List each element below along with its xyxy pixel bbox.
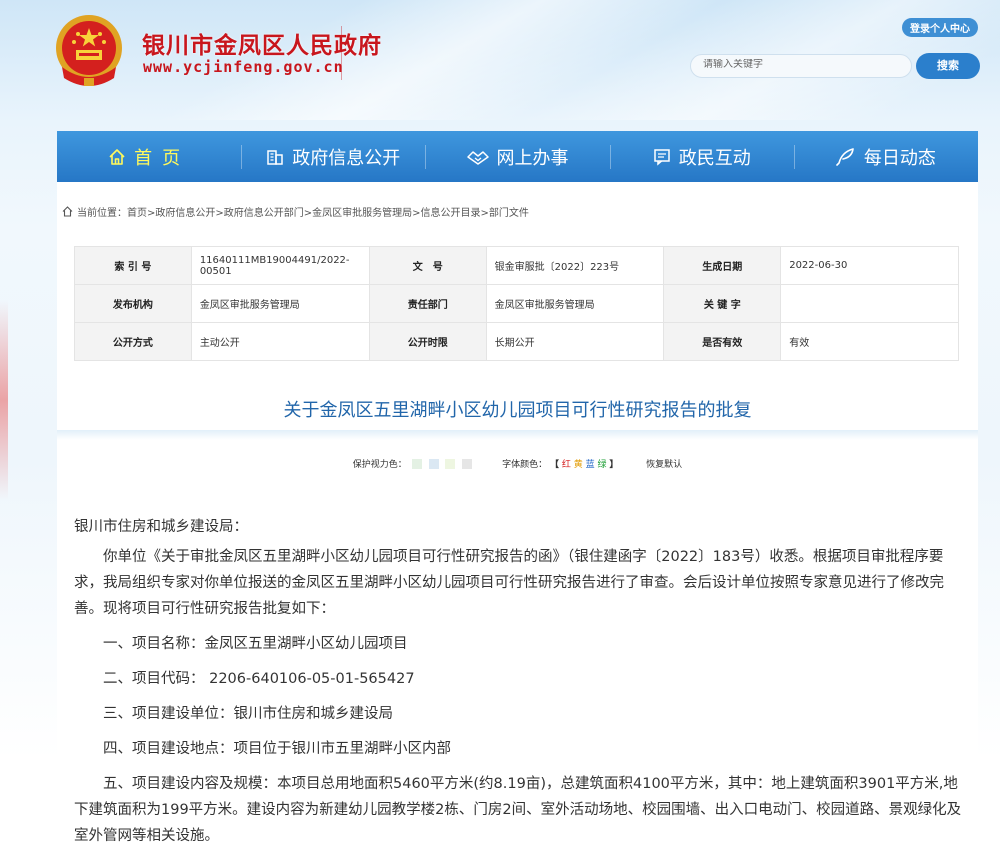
- meta-label: 是否有效: [663, 322, 782, 361]
- swatch-lime[interactable]: [445, 458, 456, 469]
- nav-item-gov-info[interactable]: 政府信息公开: [241, 131, 425, 182]
- meta-publisher: 金凤区审批服务管理局: [190, 284, 370, 323]
- nav-label: 政民互动: [678, 147, 751, 169]
- main-nav: 首页 政府信息公开 网上办事 政民互动 每日动态: [57, 131, 978, 182]
- meta-label: 关 键 字: [663, 284, 782, 323]
- meta-doc-no: 银金审服批〔2022〕223号: [485, 246, 665, 285]
- national-emblem-logo[interactable]: [52, 12, 126, 90]
- meta-index-no: 11640111MB19004491/2022-00501: [190, 246, 370, 285]
- meta-label: 索 引 号: [74, 246, 192, 285]
- body-item: 五、项目建设内容及规模：本项目总用地面积5460平方米(约8.19亩)，总建筑面…: [74, 776, 962, 844]
- eye-protection-label: 保护视力色：: [352, 460, 407, 470]
- handshake-icon: [466, 148, 489, 166]
- meta-date: 2022-06-30: [780, 246, 959, 285]
- font-color-label: 字体颜色：: [502, 460, 548, 470]
- meta-dept: 金凤区审批服务管理局: [485, 284, 665, 323]
- search-button[interactable]: 搜索: [916, 53, 980, 79]
- meta-label: 生成日期: [663, 246, 782, 285]
- building-icon: [266, 148, 284, 166]
- feather-icon: [836, 147, 856, 166]
- font-color-blue[interactable]: 蓝: [586, 460, 595, 470]
- reset-default-link[interactable]: 恢复默认: [646, 460, 682, 470]
- nav-item-interaction[interactable]: 政民互动: [609, 131, 794, 182]
- meta-label: 公开时限: [368, 322, 487, 361]
- nav-label: 每日动态: [863, 147, 936, 169]
- document-body: 银川市住房和城乡建设局： 你单位《关于审批金凤区五里湖畔小区幼儿园项目可行性研究…: [74, 514, 970, 849]
- message-icon: [653, 148, 671, 166]
- swatch-gray[interactable]: [462, 458, 473, 469]
- meta-period: 长期公开: [485, 322, 665, 361]
- meta-label: 发布机构: [74, 284, 192, 323]
- reading-tools: 保护视力色： 字体颜色： 【 红 黄 蓝 绿 】 恢复默认: [57, 457, 978, 470]
- meta-method: 主动公开: [190, 322, 370, 361]
- meta-label: 责任部门: [368, 284, 487, 323]
- table-row: 索 引 号 11640111MB19004491/2022-00501 文 号 …: [74, 246, 959, 285]
- meta-label: 公开方式: [74, 322, 192, 361]
- nav-label: 政府信息公开: [292, 147, 401, 169]
- nav-label: 首页: [134, 147, 191, 169]
- meta-keywords: [780, 284, 959, 323]
- document-title: 关于金凤区五里湖畔小区幼儿园项目可行性研究报告的批复: [283, 400, 752, 421]
- home-icon: [108, 148, 126, 166]
- document-meta-table: 索 引 号 11640111MB19004491/2022-00501 文 号 …: [74, 246, 959, 361]
- nav-label: 网上办事: [496, 147, 569, 169]
- meta-label: 文 号: [368, 246, 487, 285]
- nav-item-home[interactable]: 首页: [57, 131, 241, 182]
- swatch-green[interactable]: [411, 458, 422, 469]
- search-box[interactable]: [690, 54, 912, 78]
- header-divider: [341, 26, 342, 80]
- body-salutation: 银川市住房和城乡建设局：: [74, 519, 248, 535]
- bracket-close: 】: [609, 460, 619, 470]
- meta-valid: 有效: [780, 322, 959, 361]
- search-input[interactable]: [703, 59, 903, 70]
- breadcrumb: 当前位置：首页>政府信息公开>政府信息公开部门>金凤区审批服务管理局>信息公开目…: [62, 204, 529, 219]
- bracket-open: 【: [549, 460, 559, 470]
- login-personal-center-link[interactable]: 登录个人中心: [902, 18, 978, 37]
- left-edge-decoration: [0, 300, 8, 500]
- nav-item-online-service[interactable]: 网上办事: [425, 131, 609, 182]
- site-url: www.ycjinfeng.gov.cn: [143, 58, 344, 76]
- breadcrumb-home-icon: [62, 206, 73, 217]
- body-item: 二、项目代码： 2206-640106-05-01-565427: [103, 671, 415, 687]
- font-color-yellow[interactable]: 黄: [574, 460, 583, 470]
- body-item: 四、项目建设地点：项目位于银川市五里湖畔小区内部: [103, 741, 451, 757]
- breadcrumb-text[interactable]: 当前位置：首页>政府信息公开>政府信息公开部门>金凤区审批服务管理局>信息公开目…: [77, 204, 529, 219]
- table-row: 发布机构 金凤区审批服务管理局 责任部门 金凤区审批服务管理局 关 键 字: [74, 284, 959, 323]
- swatch-blue[interactable]: [428, 458, 439, 469]
- nav-item-daily-news[interactable]: 每日动态: [793, 131, 978, 182]
- site-title[interactable]: 银川市金凤区人民政府: [142, 26, 382, 60]
- body-item: 一、项目名称：金凤区五里湖畔小区幼儿园项目: [103, 636, 408, 652]
- title-divider: [57, 430, 978, 440]
- table-row: 公开方式 主动公开 公开时限 长期公开 是否有效 有效: [74, 322, 959, 361]
- body-item: 三、项目建设单位：银川市住房和城乡建设局: [103, 706, 393, 722]
- body-paragraph: 你单位《关于审批金凤区五里湖畔小区幼儿园项目可行性研究报告的函》（银住建函字〔2…: [74, 549, 944, 617]
- font-color-red[interactable]: 红: [562, 460, 571, 470]
- font-color-green[interactable]: 绿: [598, 460, 607, 470]
